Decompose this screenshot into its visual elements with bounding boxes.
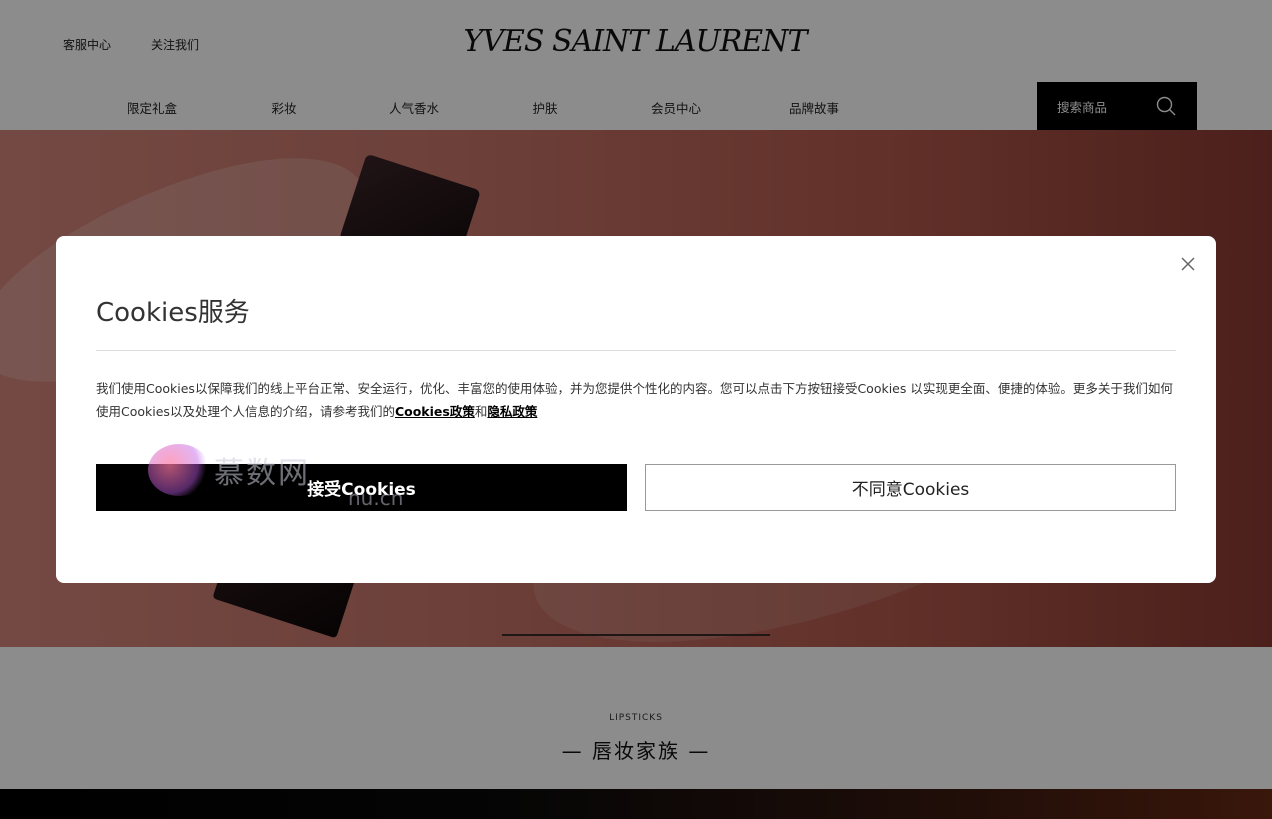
conjunction-text: 和 bbox=[474, 404, 488, 419]
cookie-policy-link[interactable]: Cookies政策 bbox=[395, 404, 475, 419]
close-icon bbox=[1181, 257, 1195, 271]
dialog-divider bbox=[96, 350, 1176, 351]
privacy-policy-link[interactable]: 隐私政策 bbox=[487, 404, 537, 419]
dialog-body: 我们使用Cookies以保障我们的线上平台正常、安全运行，优化、丰富您的使用体验… bbox=[96, 377, 1176, 423]
close-button[interactable] bbox=[1178, 254, 1198, 274]
dialog-title: Cookies服务 bbox=[96, 298, 250, 328]
cookies-dialog: Cookies服务 我们使用Cookies以保障我们的线上平台正常、安全运行，优… bbox=[56, 236, 1216, 583]
accept-cookies-button[interactable]: 接受Cookies bbox=[96, 464, 627, 511]
decline-cookies-button[interactable]: 不同意Cookies bbox=[645, 464, 1176, 511]
dialog-body-text: 我们使用Cookies以保障我们的线上平台正常、安全运行，优化、丰富您的使用体验… bbox=[96, 381, 1173, 419]
